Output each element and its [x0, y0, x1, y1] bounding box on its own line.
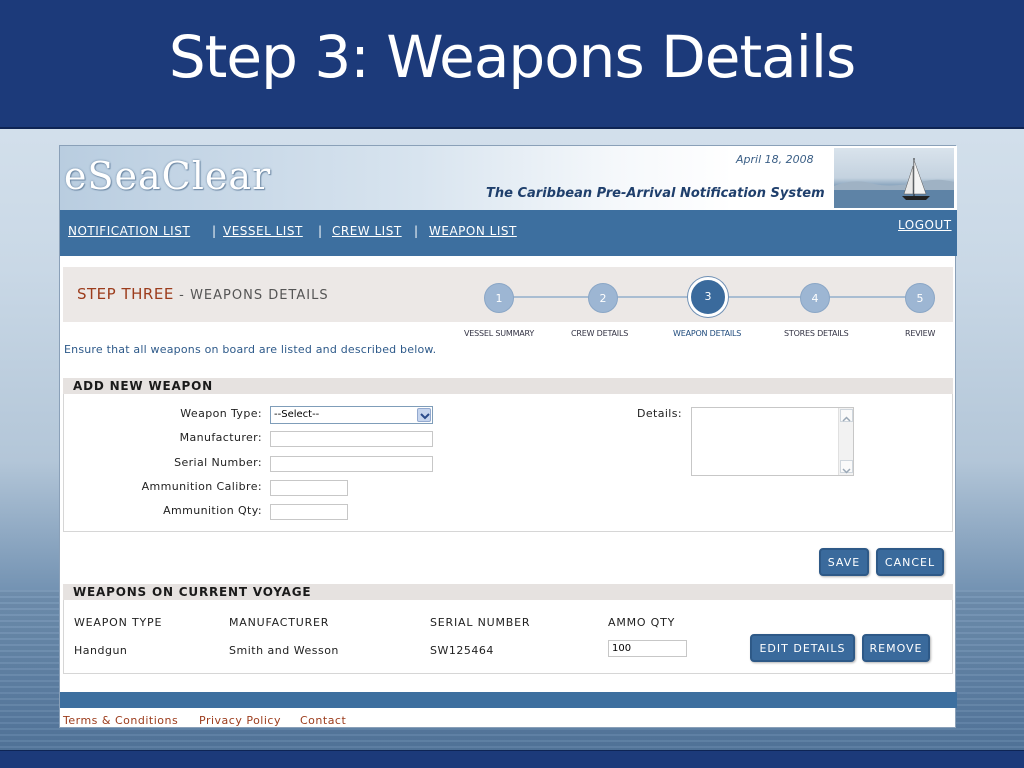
nav-vessel-list[interactable]: VESSEL LIST [223, 224, 303, 238]
current-date: April 18, 2008 [736, 153, 814, 166]
sailboat-photo [834, 148, 954, 208]
nav-separator: | [414, 224, 419, 238]
row-manufacturer: Smith and Wesson [229, 644, 339, 657]
column-weapon-type: WEAPON TYPE [74, 616, 163, 629]
step-heading-sub: WEAPONS DETAILS [190, 288, 329, 303]
app-header: eSeaClear April 18, 2008 The Caribbean P… [60, 146, 957, 210]
step-3-circle-active[interactable]: 3 [688, 277, 728, 317]
remove-button[interactable]: REMOVE [862, 634, 930, 662]
ammo-calibre-label: Ammunition Calibre: [141, 480, 262, 493]
details-label: Details: [636, 407, 682, 420]
weapon-type-label: Weapon Type: [180, 407, 262, 420]
step-heading-separator: - [179, 288, 185, 303]
step-1-label: VESSEL SUMMARY [464, 329, 535, 338]
sailboat-icon [834, 158, 954, 208]
voyage-weapons-heading: WEAPONS ON CURRENT VOYAGE [63, 584, 953, 600]
column-ammo-qty: AMMO QTY [608, 616, 676, 629]
add-weapon-heading: ADD NEW WEAPON [63, 378, 953, 394]
main-nav: NOTIFICATION LIST | VESSEL LIST | CREW L… [60, 210, 957, 256]
weapon-type-select[interactable]: --Select-- [270, 406, 433, 424]
nav-weapon-list[interactable]: WEAPON LIST [429, 224, 517, 238]
details-textarea[interactable] [691, 407, 854, 476]
step-5-circle[interactable]: 5 [905, 283, 935, 313]
slide-title: Step 3: Weapons Details [168, 22, 856, 91]
footer-privacy-link[interactable]: Privacy Policy [199, 714, 281, 727]
ammo-qty-form-input[interactable] [270, 504, 348, 520]
scroll-up-icon[interactable] [840, 409, 853, 422]
step-3-label: WEAPON DETAILS [673, 329, 742, 338]
footer-bar [60, 692, 957, 708]
column-serial-number: SERIAL NUMBER [430, 616, 531, 629]
ammo-qty-label: Ammunition Qty: [163, 504, 262, 517]
step-progress-bar: STEP THREE - WEAPONS DETAILS 1 2 3 4 5 [63, 267, 953, 322]
manufacturer-label: Manufacturer: [179, 431, 262, 444]
row-weapon-type: Handgun [74, 644, 128, 657]
weapon-type-value: --Select-- [274, 409, 320, 420]
nav-crew-list[interactable]: CREW LIST [332, 224, 402, 238]
nav-notification-list[interactable]: NOTIFICATION LIST [68, 224, 190, 238]
app-window: eSeaClear April 18, 2008 The Caribbean P… [59, 145, 957, 728]
app-logo: eSeaClear [64, 154, 272, 198]
nav-separator: | [318, 224, 323, 238]
details-scrollbar[interactable] [838, 408, 853, 475]
footer-contact-link[interactable]: Contact [300, 714, 346, 727]
step-4-circle[interactable]: 4 [800, 283, 830, 313]
serial-number-input[interactable] [270, 456, 433, 472]
edit-details-button[interactable]: EDIT DETAILS [750, 634, 855, 662]
step-1-circle[interactable]: 1 [484, 283, 514, 313]
step-heading: STEP THREE - WEAPONS DETAILS [77, 285, 329, 303]
step-5-label: REVIEW [905, 329, 936, 338]
row-serial-number: SW125464 [430, 644, 494, 657]
chevron-down-icon[interactable] [417, 408, 431, 422]
ammo-calibre-input[interactable] [270, 480, 348, 496]
column-manufacturer: MANUFACTURER [229, 616, 330, 629]
serial-number-label: Serial Number: [174, 456, 262, 469]
intro-text: Ensure that all weapons on board are lis… [64, 343, 437, 356]
logout-link[interactable]: LOGOUT [898, 218, 952, 232]
footer-terms-link[interactable]: Terms & Conditions [63, 714, 178, 727]
manufacturer-input[interactable] [270, 431, 433, 447]
slide-title-bar: Step 3: Weapons Details [0, 0, 1024, 129]
step-2-circle[interactable]: 2 [588, 283, 618, 313]
step-4-label: STORES DETAILS [784, 329, 849, 338]
nav-separator: | [212, 224, 217, 238]
scroll-down-icon[interactable] [840, 460, 853, 474]
cancel-button[interactable]: CANCEL [876, 548, 944, 576]
step-2-label: CREW DETAILS [571, 329, 629, 338]
app-tagline: The Caribbean Pre-Arrival Notification S… [486, 186, 825, 201]
row-ammo-qty-input[interactable] [608, 640, 687, 657]
step-heading-main: STEP THREE [77, 285, 174, 303]
save-button[interactable]: SAVE [819, 548, 869, 576]
slide-bottom-bar [0, 750, 1024, 768]
